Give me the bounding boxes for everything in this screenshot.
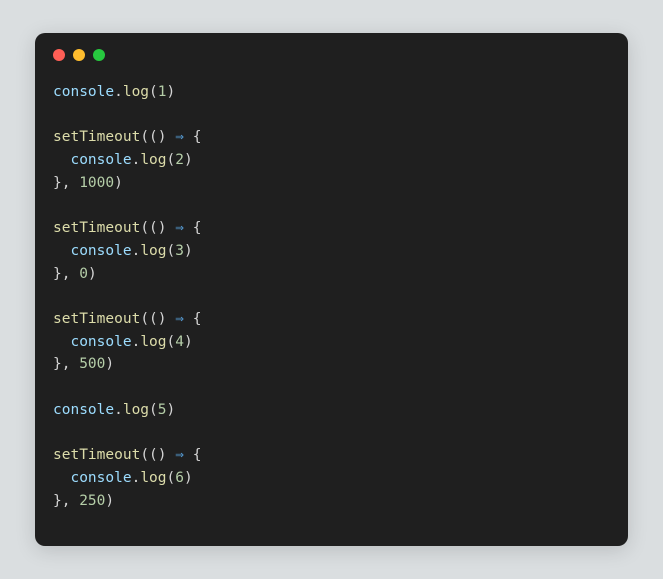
code-line: console.log(3) [53,240,610,263]
code-token: log [123,402,149,418]
code-token: { [184,129,201,145]
code-token: ( [167,152,176,168]
code-token: 1000 [79,175,114,191]
code-token: . [132,334,141,350]
code-token: ( [149,84,158,100]
code-token: ( [167,334,176,350]
close-icon[interactable] [53,49,65,61]
code-token: . [114,84,123,100]
code-token: (( [140,311,157,327]
code-token: 3 [175,243,184,259]
code-token: ) [105,493,114,509]
code-window: console.log(1) setTimeout(() ⇒ { console… [35,33,628,546]
code-token: 4 [175,334,184,350]
code-line: setTimeout(() ⇒ { [53,308,610,331]
code-token: . [132,243,141,259]
code-token: log [140,470,166,486]
code-token: ) [158,129,175,145]
code-token: ⇒ [175,129,184,145]
code-token: { [184,311,201,327]
code-token: setTimeout [53,129,140,145]
minimize-icon[interactable] [73,49,85,61]
code-line [53,104,610,127]
code-token: 1 [158,84,167,100]
code-token: ( [149,402,158,418]
code-token: ) [114,175,123,191]
code-token: 250 [79,493,105,509]
code-token: log [140,243,166,259]
code-token: ( [167,243,176,259]
code-token: ) [184,152,193,168]
code-token: console [53,84,114,100]
code-token: . [114,402,123,418]
code-line: setTimeout(() ⇒ { [53,126,610,149]
code-token [53,470,70,486]
code-token: ) [167,84,176,100]
code-token: 500 [79,356,105,372]
maximize-icon[interactable] [93,49,105,61]
code-token: ) [158,311,175,327]
code-token: ) [88,266,97,282]
code-token: console [70,152,131,168]
code-token: log [123,84,149,100]
code-line: }, 250) [53,490,610,513]
code-token: { [184,220,201,236]
code-token: ) [184,334,193,350]
code-token [53,243,70,259]
code-line: console.log(2) [53,149,610,172]
code-line: console.log(1) [53,81,610,104]
code-line: console.log(6) [53,467,610,490]
code-token [53,152,70,168]
code-token: log [140,334,166,350]
code-token: (( [140,447,157,463]
code-token: setTimeout [53,220,140,236]
window-controls [53,49,610,61]
code-line: }, 1000) [53,172,610,195]
code-token: }, [53,356,79,372]
code-token: 2 [175,152,184,168]
code-token: ( [167,470,176,486]
code-token [53,334,70,350]
code-token: { [184,447,201,463]
code-line [53,422,610,445]
code-token: ) [167,402,176,418]
code-line: setTimeout(() ⇒ { [53,217,610,240]
code-token: ⇒ [175,447,184,463]
code-token: . [132,470,141,486]
code-line: setTimeout(() ⇒ { [53,444,610,467]
code-token: }, [53,493,79,509]
code-line [53,376,610,399]
code-token: setTimeout [53,447,140,463]
code-line: console.log(5) [53,399,610,422]
code-token: ⇒ [175,311,184,327]
code-token: console [70,334,131,350]
code-line [53,195,610,218]
code-token: log [140,152,166,168]
code-token: 0 [79,266,88,282]
code-token: ) [184,470,193,486]
code-token: setTimeout [53,311,140,327]
code-line: console.log(4) [53,331,610,354]
code-content: console.log(1) setTimeout(() ⇒ { console… [53,81,610,512]
code-token: ) [158,220,175,236]
code-token: }, [53,175,79,191]
code-token: 5 [158,402,167,418]
code-token: ) [105,356,114,372]
code-token: ) [158,447,175,463]
code-token: ) [184,243,193,259]
code-token: . [132,152,141,168]
code-token: console [53,402,114,418]
code-token: console [70,470,131,486]
code-token: console [70,243,131,259]
code-token: }, [53,266,79,282]
code-line: }, 0) [53,263,610,286]
code-line: }, 500) [53,353,610,376]
code-token: ⇒ [175,220,184,236]
code-token: 6 [175,470,184,486]
code-token: (( [140,129,157,145]
code-token: (( [140,220,157,236]
code-line [53,285,610,308]
